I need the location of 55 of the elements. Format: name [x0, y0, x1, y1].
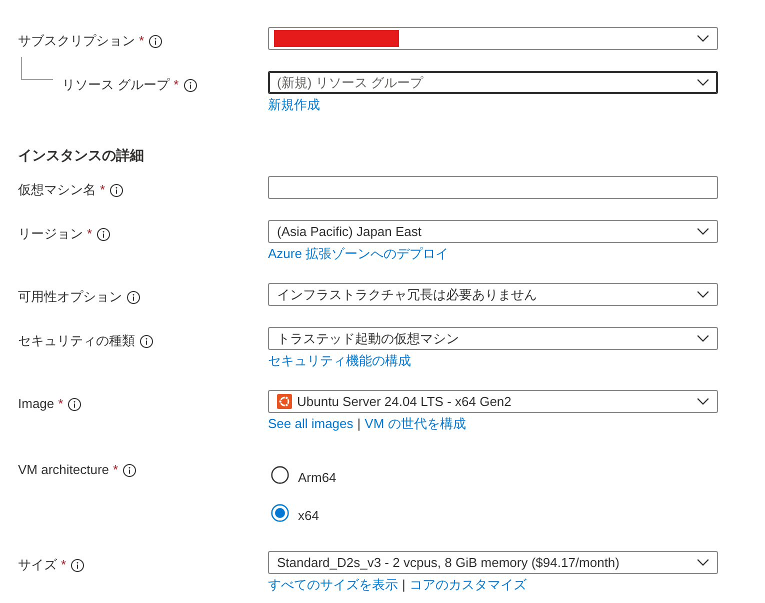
required-mark: * — [58, 396, 64, 412]
info-icon[interactable] — [149, 34, 162, 48]
radio-option-label[interactable]: Arm64 — [298, 470, 336, 486]
info-icon[interactable] — [68, 398, 82, 410]
field-label: Image — [18, 396, 54, 412]
field-label: 仮想マシン名 — [18, 182, 96, 198]
required-mark: * — [174, 77, 179, 93]
radio-button[interactable] — [271, 466, 289, 484]
action-link[interactable]: VM の世代を構成 — [364, 416, 466, 432]
dropdown-field[interactable]: Ubuntu Server 24.04 LTS - x64 Gen2 — [268, 390, 718, 413]
action-link[interactable]: コアのカスタマイズ — [409, 577, 526, 593]
info-icon[interactable] — [184, 78, 197, 92]
dropdown-field[interactable]: インフラストラクチャ冗長は必要ありません — [268, 283, 718, 306]
dropdown-field[interactable] — [268, 27, 718, 50]
action-link[interactable]: Azure 拡張ゾーンへのデプロイ — [268, 246, 449, 262]
field-label: VM architecture — [18, 462, 110, 478]
action-link[interactable]: すべてのサイズを表示 — [268, 577, 398, 593]
field-label: サブスクリプション — [18, 33, 135, 49]
required-mark: * — [139, 33, 144, 49]
info-icon[interactable] — [71, 558, 84, 572]
text-input-field[interactable] — [268, 176, 718, 199]
chevron-down-icon — [697, 35, 709, 42]
chevron-down-icon — [697, 291, 709, 298]
required-mark: * — [61, 557, 66, 573]
tree-connector-line — [21, 57, 53, 80]
required-mark: * — [113, 462, 118, 478]
dropdown-field[interactable]: (新規) リソース グループ — [268, 71, 718, 94]
info-icon[interactable] — [97, 228, 110, 240]
required-mark: * — [87, 226, 92, 242]
field-label: セキュリティの種類 — [18, 333, 135, 349]
info-icon[interactable] — [127, 290, 140, 304]
action-link[interactable]: 新規作成 — [268, 97, 320, 113]
field-label: サイズ — [18, 557, 57, 573]
dropdown-field[interactable]: トラステッド起動の仮想マシン — [268, 327, 718, 350]
link-separator: | — [402, 577, 406, 593]
link-separator: | — [357, 416, 361, 432]
chevron-down-icon — [697, 228, 709, 235]
chevron-down-icon — [697, 398, 709, 405]
field-label: 可用性オプション — [18, 289, 122, 305]
chevron-down-icon — [697, 335, 709, 342]
field-label: リージョン — [18, 226, 83, 242]
radio-option-label[interactable]: x64 — [298, 508, 319, 524]
dropdown-field[interactable]: (Asia Pacific) Japan East — [268, 220, 718, 243]
chevron-down-icon — [697, 559, 709, 566]
action-link[interactable]: セキュリティ機能の構成 — [268, 353, 411, 369]
field-label: リソース グループ — [62, 77, 170, 93]
info-icon[interactable] — [140, 334, 153, 348]
chevron-down-icon — [697, 79, 709, 86]
action-link[interactable]: See all images — [268, 416, 354, 432]
radio-button[interactable] — [271, 504, 289, 522]
section-heading: インスタンスの詳細 — [18, 146, 145, 164]
info-icon[interactable] — [110, 184, 124, 196]
dropdown-field[interactable]: Standard_D2s_v3 - 2 vcpus, 8 GiB memory ($94.17/month) — [268, 551, 718, 574]
required-mark: * — [100, 182, 106, 198]
info-icon[interactable] — [123, 464, 136, 476]
